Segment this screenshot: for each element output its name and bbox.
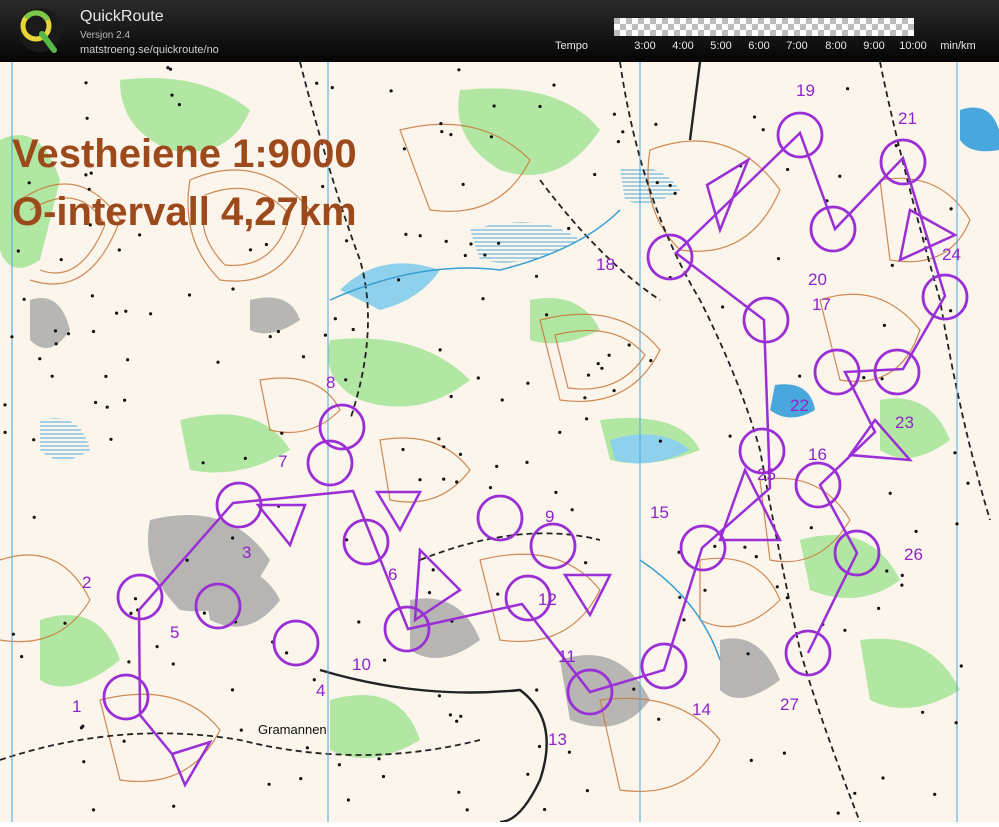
- tempo-tick-6: 8:00: [825, 40, 847, 52]
- control-number-10: 10: [352, 655, 371, 674]
- tempo-tick-1: 3:00: [634, 40, 656, 52]
- control-number-9: 9: [545, 507, 554, 526]
- app-url-link[interactable]: matstroeng.se/quickroute/no: [80, 44, 219, 56]
- orienteering-map[interactable]: 1 2 3 4 5 6 7 8 9 10 11 12 13 14 15 16 17 18 19 20 21 22 23 24 2…: [0, 61, 999, 824]
- control-number-3: 3: [242, 543, 251, 562]
- tempo-unit: min/km: [940, 40, 976, 52]
- control-number-11: 11: [558, 647, 576, 666]
- control-number-20: 20: [808, 270, 827, 289]
- control-number-25: 25: [757, 465, 776, 484]
- control-number-27: 27: [780, 695, 799, 714]
- tempo-tick-4: 6:00: [748, 40, 770, 52]
- tempo-tick-2: 4:00: [672, 40, 694, 52]
- control-number-19: 19: [796, 81, 815, 100]
- app-version: Versjon 2.4: [80, 30, 131, 41]
- control-number-22: 22: [790, 396, 809, 415]
- control-number-17: 17: [812, 295, 831, 314]
- control-number-5: 5: [170, 623, 179, 642]
- tempo-tick-7: 9:00: [863, 40, 885, 52]
- tempo-tick-8: 10:00: [899, 40, 927, 52]
- control-number-24: 24: [942, 245, 961, 264]
- quickroute-logo-icon: [18, 8, 62, 53]
- tempo-tick-5: 7:00: [786, 40, 808, 52]
- app-header: QuickRoute Versjon 2.4 matstroeng.se/qui…: [0, 0, 999, 62]
- control-number-6: 6: [388, 565, 397, 584]
- control-number-2: 2: [82, 573, 91, 592]
- control-number-18: 18: [596, 255, 615, 274]
- control-number-21: 21: [898, 109, 917, 128]
- tempo-tick-3: 5:00: [710, 40, 732, 52]
- place-name-label: Gramannen: [258, 722, 327, 737]
- control-number-1: 1: [72, 697, 81, 716]
- control-number-16: 16: [808, 445, 827, 464]
- control-number-13: 13: [548, 730, 567, 749]
- control-number-4: 4: [316, 681, 325, 700]
- control-number-23: 23: [895, 413, 914, 432]
- map-title-line2: O-intervall 4,27km: [12, 190, 357, 234]
- control-number-8: 8: [326, 373, 335, 392]
- tempo-label: Tempo: [555, 40, 589, 52]
- control-number-7: 7: [278, 452, 287, 471]
- map-title-line1: Vestheiene 1:9000: [12, 132, 357, 176]
- tempo-color-scale: [614, 18, 914, 36]
- control-number-14: 14: [692, 700, 711, 719]
- control-number-15: 15: [650, 503, 669, 522]
- app-name: QuickRoute: [80, 8, 164, 25]
- control-number-12: 12: [538, 590, 557, 609]
- control-number-26: 26: [904, 545, 923, 564]
